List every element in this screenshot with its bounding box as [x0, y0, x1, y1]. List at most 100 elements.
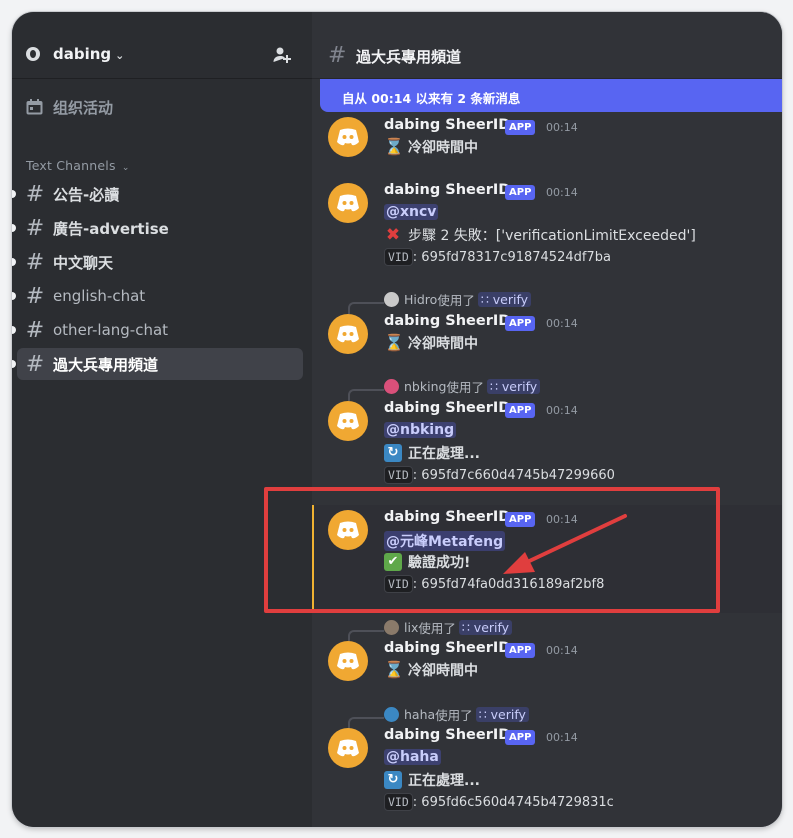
timestamp[interactable]: 00:14	[546, 731, 578, 744]
hash-icon: #	[25, 317, 45, 343]
channel-name: english-chat	[53, 287, 146, 305]
vid-code-label: VID	[384, 793, 413, 811]
user-mention[interactable]: @xncv	[384, 204, 439, 220]
reply-connector	[348, 302, 384, 314]
slash-command[interactable]: ∷ verify	[475, 707, 529, 722]
hash-icon: #	[25, 249, 45, 275]
timestamp[interactable]: 00:14	[546, 644, 578, 657]
sidebar-channel-english-chat[interactable]: # english-chat	[12, 280, 303, 312]
message-pane: # 過大兵專用頻道 自从 00:14 以来有 2 条新消息 dabing She…	[312, 12, 782, 827]
slash-command[interactable]: ∷ verify	[477, 292, 532, 307]
vid-code-label: VID	[384, 248, 413, 266]
cross-mark-icon: ✖	[385, 225, 401, 245]
channel-name: 公告-必讀	[53, 185, 120, 204]
hash-icon: #	[25, 215, 45, 241]
channel-title: 過大兵專用頻道	[356, 48, 462, 66]
new-messages-banner[interactable]: 自从 00:14 以来有 2 条新消息	[320, 79, 782, 112]
annotation-highlight-box	[264, 487, 720, 613]
server-header[interactable]: dabing ⌄	[12, 12, 312, 79]
bot-avatar[interactable]	[328, 117, 368, 157]
discord-logo-icon	[337, 652, 359, 670]
sidebar-channel-announcements[interactable]: # 公告-必讀	[12, 178, 303, 210]
channel-name: 過大兵專用頻道	[53, 355, 159, 374]
new-messages-text: 自从 00:14 以来有 2 条新消息	[342, 91, 521, 106]
author-name[interactable]: dabing SheerID	[384, 727, 510, 743]
timestamp[interactable]: 00:14	[546, 121, 578, 134]
command-name: verify	[492, 292, 529, 307]
bot-avatar[interactable]	[328, 183, 368, 223]
unread-indicator	[12, 190, 16, 198]
command-name: verify	[490, 707, 526, 722]
app-badge: APP	[505, 316, 536, 331]
channel-sidebar: dabing ⌄ 组织活动 Text Channels ⌄ # 公告-必讀 # …	[12, 12, 312, 827]
hash-icon: #	[25, 283, 45, 309]
server-name-label: dabing	[53, 45, 112, 63]
bot-avatar[interactable]	[328, 641, 368, 681]
refresh-icon: ↻	[384, 771, 402, 789]
reply-connector	[348, 630, 384, 642]
chevron-down-icon: ⌄	[115, 49, 125, 62]
channel-name: other-lang-chat	[53, 321, 169, 339]
reply-text: 使用了	[446, 380, 484, 395]
vid-code-label: VID	[384, 466, 413, 484]
reply-username: haha	[404, 707, 436, 722]
channel-name: 中文聊天	[53, 253, 114, 272]
sidebar-channel-other-lang-chat[interactable]: # other-lang-chat	[12, 314, 303, 346]
author-name[interactable]: dabing SheerID	[384, 117, 510, 133]
category-text-channels[interactable]: Text Channels ⌄	[26, 158, 130, 173]
add-member-icon[interactable]	[272, 45, 292, 65]
author-name[interactable]: dabing SheerID	[384, 182, 510, 198]
slash-command[interactable]: ∷ verify	[458, 620, 513, 635]
sidebar-channel-chinese-chat[interactable]: # 中文聊天	[12, 246, 303, 278]
hourglass-icon: ⌛	[384, 660, 404, 679]
discord-logo-icon	[337, 128, 359, 146]
timestamp[interactable]: 00:14	[546, 404, 578, 417]
bot-avatar[interactable]	[328, 401, 368, 441]
unread-indicator	[12, 224, 16, 232]
timestamp[interactable]: 00:14	[546, 186, 578, 199]
user-avatar-mini	[384, 292, 399, 307]
slash-command[interactable]: ∷ verify	[486, 379, 541, 394]
timestamp[interactable]: 00:14	[546, 317, 578, 330]
reply-text: 使用了	[418, 621, 456, 636]
sidebar-channel-advertise[interactable]: # 廣告-advertise	[12, 212, 303, 244]
user-mention[interactable]: @haha	[384, 749, 441, 765]
command-reply-line[interactable]: haha 使用了 ∷ verify	[384, 705, 529, 724]
message-text: 正在處理...	[408, 773, 480, 789]
vid-value: : 695fd78317c91874524df7ba	[412, 249, 611, 265]
hash-icon: #	[25, 181, 45, 207]
server-name[interactable]: dabing ⌄	[53, 45, 124, 63]
app-badge: APP	[505, 403, 536, 418]
message-text: 步驟 2 失敗：['verificationLimitExceeded']	[408, 228, 696, 244]
app-badge: APP	[505, 120, 536, 135]
app-badge: APP	[505, 185, 536, 200]
channel-name: 廣告-advertise	[53, 219, 169, 238]
author-name[interactable]: dabing SheerID	[384, 400, 510, 416]
author-name[interactable]: dabing SheerID	[384, 313, 510, 329]
sidebar-channel-veterans[interactable]: # 過大兵專用頻道	[12, 348, 303, 380]
reply-text: 使用了	[437, 293, 475, 308]
author-name[interactable]: dabing SheerID	[384, 640, 510, 656]
message-text: 正在處理...	[408, 446, 480, 462]
events-item[interactable]: 组织活动	[26, 96, 113, 118]
user-avatar-mini	[384, 379, 399, 394]
discord-logo-icon	[337, 739, 359, 757]
category-label: Text Channels	[26, 158, 116, 173]
app-badge: APP	[505, 643, 536, 658]
user-mention[interactable]: @nbking	[384, 422, 457, 438]
discord-logo-icon	[337, 412, 359, 430]
bot-avatar[interactable]	[328, 728, 368, 768]
refresh-icon: ↻	[384, 444, 402, 462]
discord-logo-icon	[337, 325, 359, 343]
hash-icon: #	[25, 351, 45, 377]
command-reply-line[interactable]: lix 使用了 ∷ verify	[384, 618, 513, 637]
command-reply-line[interactable]: nbking 使用了 ∷ verify	[384, 377, 541, 396]
unread-indicator	[12, 326, 16, 334]
message-text: 冷卻時間中	[408, 663, 478, 679]
bot-avatar[interactable]	[328, 314, 368, 354]
app-window: dabing ⌄ 组织活动 Text Channels ⌄ # 公告-必讀 # …	[12, 12, 782, 827]
vid-value: : 695fd7c660d4745b47299660	[412, 467, 615, 483]
annotation-arrow-icon	[503, 514, 627, 574]
command-reply-line[interactable]: Hidro 使用了 ∷ verify	[384, 290, 532, 309]
channel-header: # 過大兵專用頻道	[312, 12, 782, 79]
